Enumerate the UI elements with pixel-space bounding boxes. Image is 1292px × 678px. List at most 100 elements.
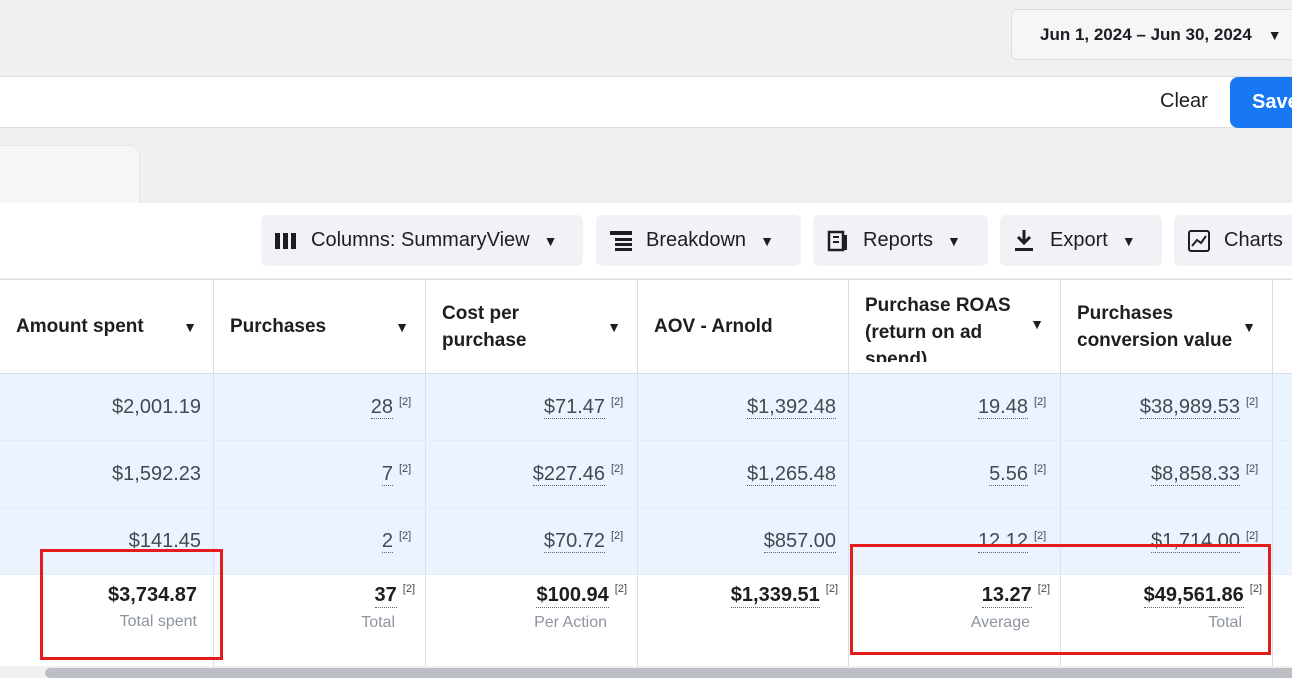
table-toolbar: Columns: SummaryView ▼ Breakdown ▼ Repor…: [0, 203, 1292, 278]
attribution-marker: [2]: [1246, 463, 1259, 475]
sort-caret-icon[interactable]: ▼: [1030, 316, 1044, 332]
attribution-marker: [2]: [399, 396, 412, 408]
export-button[interactable]: Export ▼: [1000, 215, 1162, 266]
breakdown-icon: [610, 230, 636, 251]
total-value[interactable]: 37: [374, 583, 397, 608]
header-label: Purchase ROAS (return on ad spend): [865, 295, 1011, 362]
attribution-marker: [2]: [402, 583, 415, 595]
attribution-marker: [2]: [1034, 530, 1047, 542]
conversion-value-cell[interactable]: $38,989.53 [2]: [1061, 374, 1273, 440]
purchases-cell[interactable]: 7 [2]: [214, 441, 426, 507]
table-row[interactable]: $2,001.19 28 [2] $71.47 [2] $1,392.48 19.4…: [0, 374, 1292, 441]
aov-cell[interactable]: $857.00: [638, 508, 849, 574]
cost-per-purchase-cell[interactable]: $70.72 [2]: [426, 508, 638, 574]
table-row[interactable]: $1,592.23 7 [2] $227.46 [2] $1,265.48 5.56…: [0, 441, 1292, 508]
column-header-conversion-value[interactable]: Purchases conversion value ▼: [1061, 280, 1273, 374]
attribution-marker: [2]: [614, 583, 627, 595]
charts-button[interactable]: Charts: [1174, 215, 1292, 266]
date-range-label: Jun 1, 2024 – Jun 30, 2024: [1040, 24, 1252, 44]
charts-label: Charts: [1224, 229, 1283, 251]
cell-value[interactable]: 7: [381, 463, 393, 486]
attribution-marker: [2]: [611, 463, 624, 475]
header-label: Cost per purchase: [442, 302, 527, 351]
total-caption: Total: [361, 614, 395, 631]
attribution-marker: [2]: [399, 530, 412, 542]
cell-value[interactable]: 2: [381, 530, 393, 553]
reports-button[interactable]: Reports ▼: [813, 215, 988, 266]
attribution-marker: [2]: [1246, 530, 1259, 542]
column-header-purchase-roas[interactable]: Purchase ROAS (return on ad spend) ▼: [849, 280, 1061, 374]
column-header-aov[interactable]: AOV - Arnold: [638, 280, 849, 374]
columns-icon: [275, 232, 301, 249]
breakdown-button[interactable]: Breakdown ▼: [596, 215, 801, 266]
caret-down-icon: ▼: [947, 232, 961, 249]
cost-per-purchase-cell[interactable]: $227.46 [2]: [426, 441, 638, 507]
cell-value[interactable]: $71.47: [543, 396, 605, 419]
cost-per-purchase-cell[interactable]: $71.47 [2]: [426, 374, 638, 440]
cell-value[interactable]: $8,858.33: [1151, 463, 1240, 486]
cell-value[interactable]: 19.48: [977, 396, 1028, 419]
chart-icon: [1188, 229, 1214, 252]
attribution-marker: [2]: [399, 463, 412, 475]
save-button[interactable]: Save: [1230, 77, 1292, 128]
total-purchases: 37 [2] Total: [214, 575, 426, 666]
highlight-box-roas-value: [850, 544, 1271, 655]
header-label: AOV - Arnold: [654, 316, 773, 337]
total-value[interactable]: $1,339.51: [730, 583, 820, 608]
cell-value[interactable]: $1,265.48: [747, 463, 836, 486]
column-header-cost-per-purchase[interactable]: Cost per purchase ▼: [426, 280, 638, 374]
reports-icon: [827, 230, 853, 252]
purchases-cell[interactable]: 28 [2]: [214, 374, 426, 440]
reports-label: Reports: [863, 229, 934, 251]
total-caption: Per Action: [534, 614, 607, 631]
cell-value[interactable]: $1,392.48: [747, 396, 836, 419]
filter-bar: Clear Save: [0, 76, 1292, 128]
columns-button[interactable]: Columns: SummaryView ▼: [261, 215, 583, 266]
download-icon: [1014, 229, 1040, 252]
tab-panel: [0, 145, 140, 205]
total-cost-per-purchase: $100.94 [2] Per Action: [426, 575, 638, 666]
total-value[interactable]: $100.94: [536, 583, 609, 608]
attribution-marker: [2]: [611, 530, 624, 542]
column-header-purchases[interactable]: Purchases ▼: [214, 280, 426, 374]
attribution-marker: [2]: [611, 396, 624, 408]
export-label: Export: [1050, 229, 1108, 251]
column-header-amount-spent[interactable]: Amount spent ▼: [0, 280, 214, 374]
sort-caret-icon[interactable]: ▼: [183, 319, 197, 335]
roas-cell[interactable]: 5.56 [2]: [849, 441, 1061, 507]
aov-cell[interactable]: $1,265.48: [638, 441, 849, 507]
cell-value: $2,001.19: [112, 395, 201, 418]
attribution-marker: [2]: [1034, 463, 1047, 475]
horizontal-scrollbar[interactable]: [45, 668, 1292, 678]
attribution-marker: [2]: [825, 583, 838, 595]
cell-value: $1,592.23: [112, 462, 201, 485]
header-label: Amount spent: [16, 316, 144, 337]
header-label: Purchases conversion value: [1077, 302, 1233, 351]
header-label: Purchases: [230, 316, 327, 337]
sort-caret-icon[interactable]: ▼: [395, 319, 409, 335]
purchases-cell[interactable]: 2 [2]: [214, 508, 426, 574]
caret-down-icon: ▼: [760, 232, 774, 249]
attribution-marker: [2]: [1034, 396, 1047, 408]
cell-value[interactable]: $857.00: [763, 530, 836, 553]
amount-spent-cell: $2,001.19: [0, 374, 214, 440]
caret-down-icon: ▼: [1121, 232, 1136, 249]
clear-button[interactable]: Clear: [1160, 90, 1208, 113]
columns-label: Columns: SummaryView: [311, 229, 530, 251]
cell-value[interactable]: $70.72: [543, 530, 605, 553]
amount-spent-cell: $1,592.23: [0, 441, 214, 507]
column-header-settings[interactable]: [1273, 280, 1292, 374]
roas-cell[interactable]: 19.48 [2]: [849, 374, 1061, 440]
sort-caret-icon[interactable]: ▼: [607, 319, 621, 335]
cell-value[interactable]: $227.46: [532, 463, 605, 486]
aov-cell[interactable]: $1,392.48: [638, 374, 849, 440]
sort-caret-icon[interactable]: ▼: [1242, 319, 1256, 335]
cell-value[interactable]: 5.56: [989, 463, 1028, 486]
cell-value[interactable]: $38,989.53: [1139, 396, 1240, 419]
breakdown-label: Breakdown: [646, 229, 747, 251]
attribution-marker: [2]: [1246, 396, 1259, 408]
highlight-box-amount-spent: [40, 549, 223, 660]
conversion-value-cell[interactable]: $8,858.33 [2]: [1061, 441, 1273, 507]
date-range-picker[interactable]: Jun 1, 2024 – Jun 30, 2024 ▼: [1011, 9, 1292, 60]
cell-value[interactable]: 28: [370, 396, 393, 419]
